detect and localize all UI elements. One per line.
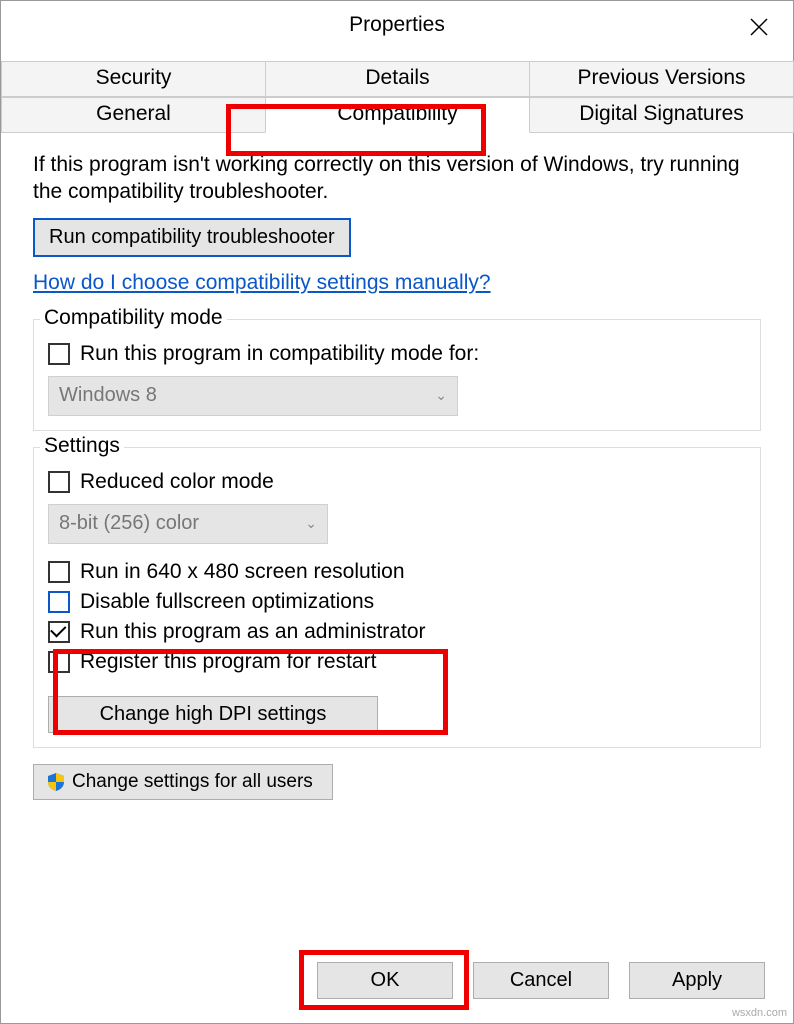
run-as-admin-label: Run this program as an administrator [80,620,426,644]
dialog-button-bar: OK Cancel Apply [1,962,793,999]
apply-button[interactable]: Apply [629,962,765,999]
run-640-checkbox[interactable] [48,561,70,583]
register-restart-checkbox[interactable] [48,651,70,673]
shield-icon [46,772,66,792]
tab-digital-signatures[interactable]: Digital Signatures [529,97,794,133]
run-as-admin-checkbox[interactable] [48,621,70,643]
compat-mode-label: Run this program in compatibility mode f… [80,342,479,366]
reduced-color-label: Reduced color mode [80,470,274,494]
compat-mode-checkbox[interactable] [48,343,70,365]
compatibility-mode-group: Compatibility mode Run this program in c… [33,319,761,431]
compat-mode-combo-value: Windows 8 [59,384,157,407]
register-restart-label: Register this program for restart [80,650,376,674]
chevron-down-icon: ⌄ [435,387,447,404]
watermark: wsxdn.com [732,1007,787,1019]
change-all-users-label: Change settings for all users [72,771,313,793]
tab-compatibility[interactable]: Compatibility [265,97,530,133]
intro-text: If this program isn't working correctly … [33,151,761,206]
tab-security[interactable]: Security [1,61,266,97]
change-all-users-button[interactable]: Change settings for all users [33,764,333,800]
tab-general[interactable]: General [1,97,266,133]
compat-mode-combo[interactable]: Windows 8 ⌄ [48,376,458,416]
disable-fullscreen-checkbox[interactable] [48,591,70,613]
tab-strip: Security Details Previous Versions Gener… [1,61,793,133]
tab-content: If this program isn't working correctly … [1,133,793,800]
run-640-label: Run in 640 x 480 screen resolution [80,560,405,584]
settings-group: Settings Reduced color mode 8-bit (256) … [33,447,761,748]
window-title: Properties [349,13,445,37]
close-icon [749,17,769,37]
tab-previous-versions[interactable]: Previous Versions [529,61,794,97]
reduced-color-checkbox[interactable] [48,471,70,493]
chevron-down-icon: ⌄ [305,515,317,532]
color-depth-combo[interactable]: 8-bit (256) color ⌄ [48,504,328,544]
titlebar: Properties [1,1,793,49]
tab-details[interactable]: Details [265,61,530,97]
properties-dialog: Properties Security Details Previous Ver… [0,0,794,1024]
disable-fullscreen-label: Disable fullscreen optimizations [80,590,374,614]
cancel-button[interactable]: Cancel [473,962,609,999]
ok-button[interactable]: OK [317,962,453,999]
run-troubleshooter-button[interactable]: Run compatibility troubleshooter [33,218,351,257]
color-depth-combo-value: 8-bit (256) color [59,512,199,535]
manual-settings-link[interactable]: How do I choose compatibility settings m… [33,271,491,295]
close-button[interactable] [737,9,781,45]
settings-legend: Settings [40,434,124,458]
compatibility-mode-legend: Compatibility mode [40,306,227,330]
change-dpi-button[interactable]: Change high DPI settings [48,696,378,733]
